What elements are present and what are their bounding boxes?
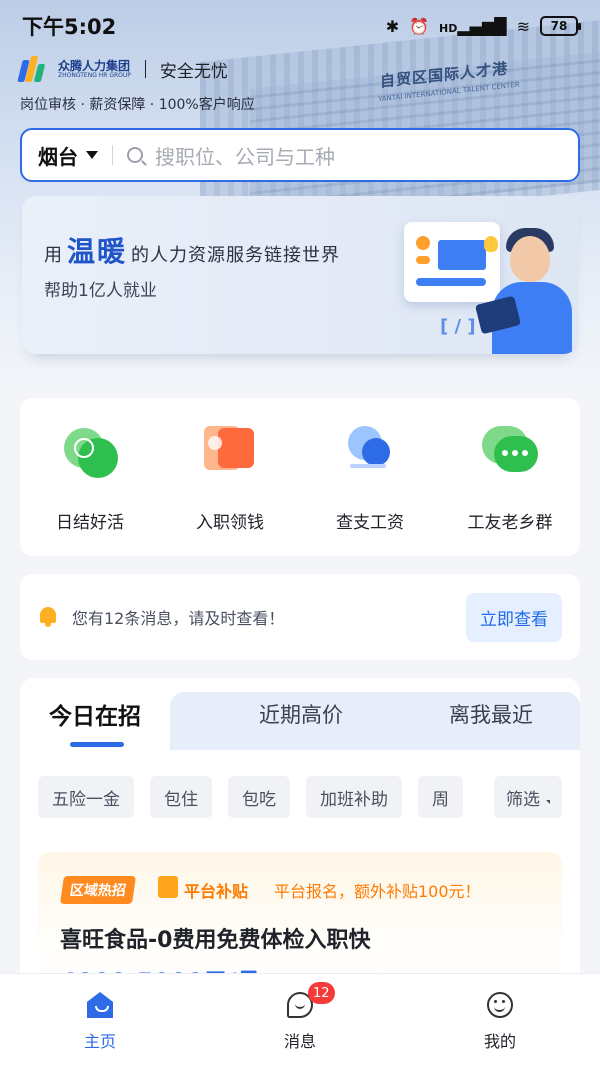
profile-icon xyxy=(487,992,513,1018)
quick-action-worker-group[interactable]: 工友老乡群 xyxy=(440,398,580,556)
subsidy-icon xyxy=(158,876,178,898)
chat-group-icon xyxy=(480,422,540,482)
alarm-icon: ⏰ xyxy=(409,16,430,36)
wallet-icon xyxy=(200,422,260,482)
unread-badge: 12 xyxy=(308,982,335,1004)
tab-nearby[interactable]: 离我最近 xyxy=(396,678,580,750)
banner-headline: 用温暖 的人力资源服务链接世界 xyxy=(44,235,341,268)
job-card[interactable]: 区域热招 平台补贴 平台报名，额外补贴100元！ 喜旺食品-0费用免费体检入职快… xyxy=(38,852,562,996)
chip-meals[interactable]: 包吃 xyxy=(228,776,290,818)
filter-chips: 五险一金 包住 包吃 加班补助 周 xyxy=(38,776,564,818)
brand-divider xyxy=(144,60,146,78)
quick-actions: 日结好活 入职领钱 查支工资 工友老乡群 xyxy=(20,398,580,556)
view-now-button[interactable]: 立即查看 xyxy=(466,592,562,642)
quick-action-onboard-bonus[interactable]: 入职领钱 xyxy=(160,398,300,556)
bell-icon xyxy=(38,607,58,627)
job-tabs: 今日在招 近期高价 离我最近 xyxy=(20,678,580,750)
filter-button[interactable]: 筛选 xyxy=(494,776,562,818)
message-notice: 您有12条消息，请及时查看！ 立即查看 xyxy=(20,574,580,660)
wifi-icon: ≋ xyxy=(516,16,530,36)
lightbulb-icon xyxy=(484,236,498,252)
chevron-down-icon[interactable] xyxy=(86,151,98,159)
filter-triangle-icon xyxy=(546,800,550,804)
status-time: 下午5:02 xyxy=(22,15,117,39)
battery-icon: 78 xyxy=(540,16,581,36)
nav-home[interactable]: 主页 xyxy=(0,974,200,1066)
home-icon xyxy=(87,992,113,1018)
nav-profile[interactable]: 我的 xyxy=(400,974,600,1066)
chip-social-insurance[interactable]: 五险一金 xyxy=(38,776,134,818)
status-bar: 下午5:02 ✱ ⏰ HD▂▄▆█ ≋ 78 xyxy=(0,0,600,52)
search-icon xyxy=(127,147,143,163)
job-title[interactable]: 喜旺食品-0费用免费体检入职快 xyxy=(60,922,370,954)
banner-subline: 帮助1亿人就业 xyxy=(44,281,157,301)
salary-icon xyxy=(340,422,400,482)
brand-slogan: 安全无忧 xyxy=(159,61,228,82)
signal-icon: HD▂▄▆█ xyxy=(439,16,507,36)
bottom-navigation: 主页 12 消息 我的 xyxy=(0,974,600,1066)
presentation-board-illustration xyxy=(404,222,500,302)
brand-tagline: 岗位审核 · 薪资保障 · 100%客户响应 xyxy=(20,97,255,113)
tab-today-hiring[interactable]: 今日在招 xyxy=(20,678,170,750)
brand-header: 众腾人力集团 ZHONGTENG HR GROUP 安全无忧 xyxy=(17,56,228,82)
chip-overtime-pay[interactable]: 加班补助 xyxy=(306,776,402,818)
company-logo-text: 众腾人力集团 ZHONGTENG HR GROUP xyxy=(58,58,131,79)
notice-text: 您有12条消息，请及时查看！ xyxy=(72,609,285,628)
company-logo-icon xyxy=(17,56,50,82)
active-tab-indicator xyxy=(70,742,124,747)
city-selector[interactable]: 烟台 xyxy=(38,141,78,170)
quick-action-check-salary[interactable]: 查支工资 xyxy=(300,398,440,556)
quick-action-daily-jobs[interactable]: 日结好活 xyxy=(20,398,160,556)
bluetooth-icon: ✱ xyxy=(385,16,400,36)
search-bar[interactable]: 烟台 搜职位、公司与工种 xyxy=(20,128,580,182)
chip-more[interactable]: 周 xyxy=(418,776,463,818)
hot-tag: 区域热招 xyxy=(60,876,136,904)
nav-messages[interactable]: 12 消息 xyxy=(200,974,400,1066)
subsidy-text: 平台报名，额外补贴100元！ xyxy=(274,882,481,901)
search-divider xyxy=(112,145,113,165)
clock-icon xyxy=(60,422,120,482)
subsidy-tag: 平台补贴 xyxy=(184,882,249,901)
chip-housing[interactable]: 包住 xyxy=(150,776,212,818)
tab-recent-high-pay[interactable]: 近期高价 xyxy=(206,678,396,750)
status-icons: ✱ ⏰ HD▂▄▆█ ≋ 78 xyxy=(385,16,581,36)
promo-banner[interactable]: 用温暖 的人力资源服务链接世界 帮助1亿人就业 [ / ] xyxy=(22,196,578,354)
search-input[interactable]: 搜职位、公司与工种 xyxy=(155,141,335,170)
code-brackets-icon: [ / ] xyxy=(440,316,476,337)
